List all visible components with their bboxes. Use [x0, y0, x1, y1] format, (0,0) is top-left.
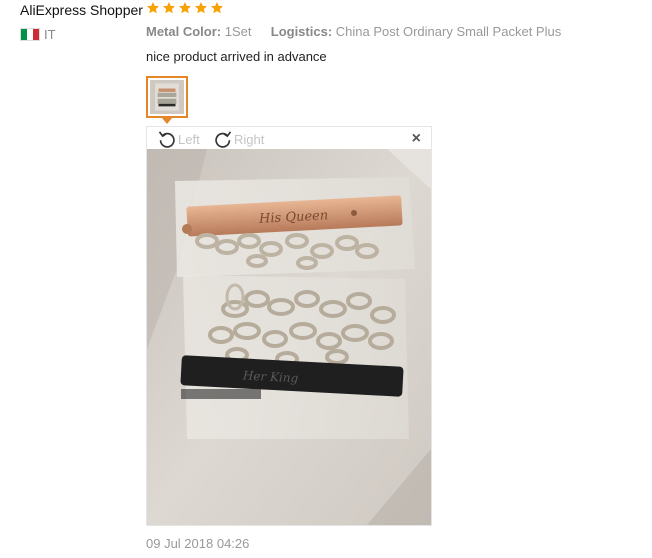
italy-flag-icon — [20, 28, 40, 41]
rotate-right-button[interactable]: Right — [213, 129, 264, 149]
star-icon — [147, 2, 159, 14]
rotate-left-button[interactable]: Left — [157, 129, 200, 149]
svg-text:Her King: Her King — [242, 368, 299, 385]
star-rating — [146, 1, 224, 15]
close-icon[interactable]: × — [412, 130, 421, 148]
star-icon — [211, 2, 223, 14]
review-attributes: Metal Color: 1Set Logistics: China Post … — [146, 24, 561, 39]
review-text: nice product arrived in advance — [146, 49, 327, 64]
attribute-value: 1Set — [224, 24, 252, 39]
rotate-left-icon — [158, 131, 175, 148]
star-icon — [179, 2, 191, 14]
attribute-label: Metal Color: — [146, 24, 222, 39]
star-icon — [163, 2, 175, 14]
review-photo: His Queen Her King — [147, 149, 431, 525]
review-photo-image: His Queen Her King — [147, 149, 431, 525]
thumbnail-pointer — [162, 118, 172, 124]
buyer-name: AliExpress Shopper — [20, 2, 143, 18]
photo-viewer: Left Right × His Queen Her King — [146, 126, 432, 526]
photo-thumbnail-image — [150, 80, 184, 114]
rotate-left-label: Left — [178, 131, 200, 147]
country-code: IT — [44, 27, 56, 42]
attribute-label: Logistics: — [270, 24, 333, 39]
review-photo-thumbnail[interactable] — [146, 76, 188, 118]
buyer-country: IT — [20, 27, 56, 42]
attribute-value: China Post Ordinary Small Packet Plus — [335, 24, 562, 39]
review-date: 09 Jul 2018 04:26 — [146, 536, 250, 551]
rotate-right-label: Right — [234, 131, 265, 147]
photo-viewer-toolbar: Left Right × — [147, 127, 431, 149]
rotate-right-icon — [215, 131, 232, 148]
star-icon — [195, 2, 207, 14]
